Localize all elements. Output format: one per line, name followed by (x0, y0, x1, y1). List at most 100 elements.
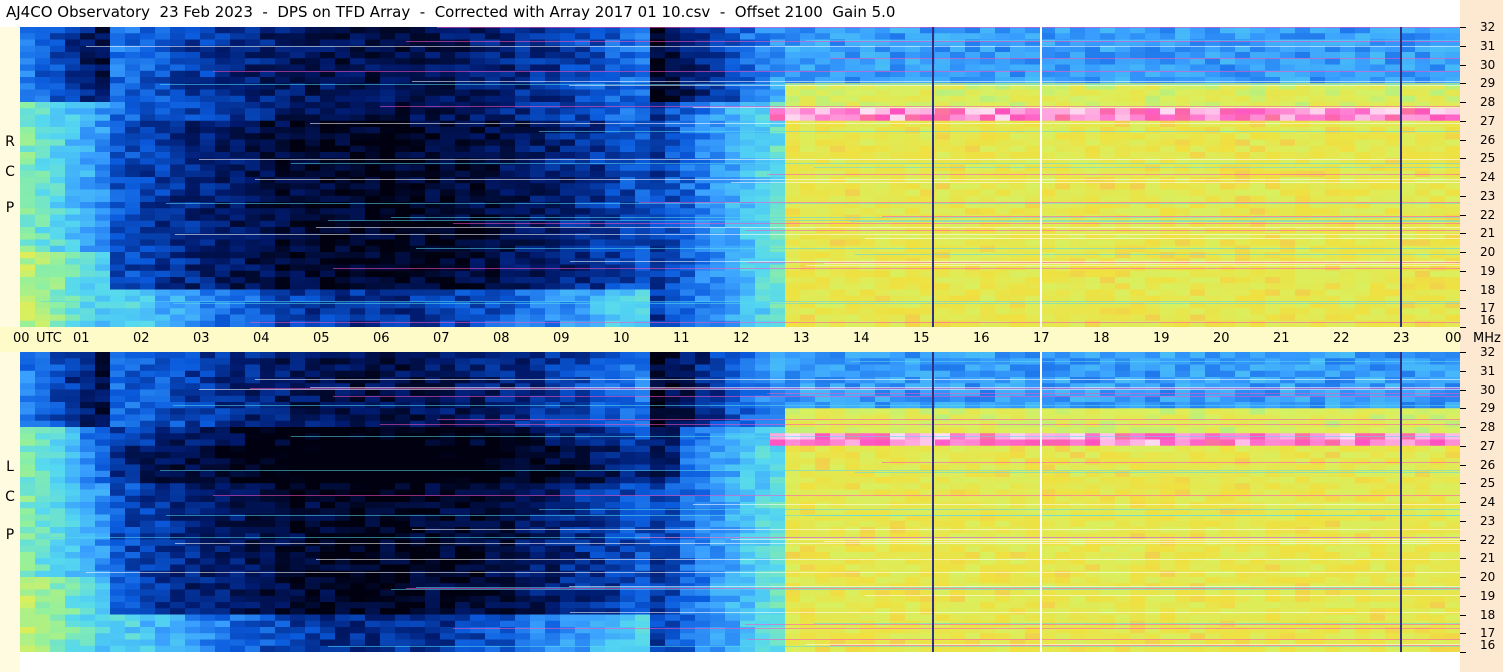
heatmap-cell (200, 133, 216, 141)
heatmap-cell (620, 64, 636, 72)
heatmap-cell (1235, 95, 1251, 103)
heatmap-cell (50, 58, 66, 66)
heatmap-cell (815, 77, 831, 84)
heatmap-cell (890, 277, 906, 284)
heatmap-cell (110, 133, 126, 141)
heatmap-cell (170, 158, 186, 166)
heatmap-cell (1340, 270, 1356, 278)
heatmap-cell (1370, 133, 1386, 141)
heatmap-cell (995, 77, 1011, 84)
heatmap-cell (860, 183, 876, 191)
heatmap-cell (770, 77, 786, 84)
heatmap-cell (1235, 77, 1251, 84)
heatmap-cell (725, 77, 741, 84)
heatmap-cell (50, 258, 66, 266)
heatmap-cell (215, 245, 231, 253)
heatmap-cell (1040, 308, 1056, 316)
heatmap-cell (275, 77, 291, 84)
heatmap-cell (545, 270, 561, 278)
heatmap-cell (530, 139, 546, 147)
heatmap-cell (530, 270, 546, 278)
heatmap-cell (875, 114, 891, 122)
heatmap-cell (1220, 89, 1236, 97)
heatmap-cell (1310, 33, 1326, 41)
heatmap-cell (320, 127, 336, 134)
heatmap-cell (1415, 145, 1431, 153)
heatmap-cell (470, 133, 486, 141)
heatmap-cell (965, 120, 981, 128)
heatmap-cell (590, 220, 606, 228)
heatmap-cell (245, 220, 261, 228)
heatmap-cell (245, 89, 261, 97)
heatmap-cell (650, 164, 666, 172)
heatmap-cell (695, 133, 711, 141)
heatmap-cell (680, 308, 696, 316)
heatmap-cell (380, 189, 396, 197)
heatmap-cell (965, 77, 981, 84)
heatmap-cell (455, 64, 471, 72)
heatmap-cell (320, 245, 336, 253)
heatmap-cell (995, 108, 1011, 116)
heatmap-cell (710, 145, 726, 153)
heatmap-cell (1310, 52, 1326, 59)
heatmap-cell (605, 89, 621, 97)
heatmap-cell (425, 289, 441, 297)
heatmap-cell (1205, 245, 1221, 253)
heatmap-cell (95, 364, 111, 372)
heatmap-cell (1130, 95, 1146, 103)
heatmap-cell (1295, 314, 1311, 322)
heatmap-cell (515, 145, 531, 153)
utc-tick-label: 01 (73, 331, 90, 346)
heatmap-cell (500, 102, 516, 109)
heatmap-cell (1055, 120, 1071, 128)
heatmap-cell (50, 264, 66, 272)
heatmap-cell (230, 352, 246, 359)
heatmap-cell (380, 258, 396, 266)
heatmap-cell (1250, 114, 1266, 122)
heatmap-cell (1430, 252, 1446, 259)
heatmap-cell (770, 39, 786, 47)
heatmap-cell (170, 77, 186, 84)
heatmap-cell (1190, 120, 1206, 128)
heatmap-cell (20, 264, 36, 272)
rcp-heatmap (20, 27, 1460, 327)
heatmap-cell (635, 58, 651, 66)
heatmap-cell (125, 220, 141, 228)
heatmap-cell (935, 152, 951, 159)
heatmap-cell (1145, 352, 1161, 359)
heatmap-cell (1250, 183, 1266, 191)
heatmap-cell (530, 102, 546, 109)
heatmap-cell (140, 277, 156, 284)
heatmap-cell (800, 220, 816, 228)
heatmap-cell (1130, 127, 1146, 134)
heatmap-cell (980, 183, 996, 191)
heatmap-cell (695, 314, 711, 322)
heatmap-cell (1205, 33, 1221, 41)
heatmap-cell (755, 314, 771, 322)
heatmap-cell (500, 352, 516, 359)
heatmap-cell (455, 258, 471, 266)
heatmap-cell (545, 164, 561, 172)
heatmap-cell (890, 252, 906, 259)
heatmap-cell (140, 108, 156, 116)
heatmap-cell (620, 114, 636, 122)
heatmap-cell (1250, 95, 1266, 103)
heatmap-cell (605, 252, 621, 259)
heatmap-cell (65, 214, 81, 222)
heatmap-cell (890, 189, 906, 197)
heatmap-cell (1070, 283, 1086, 291)
heatmap-cell (620, 58, 636, 66)
heatmap-cell (155, 158, 171, 166)
heatmap-cell (530, 308, 546, 316)
heatmap-cell (620, 308, 636, 316)
heatmap-cell (710, 364, 726, 372)
heatmap-cell (1340, 120, 1356, 128)
heatmap-cell (140, 370, 156, 378)
heatmap-cell (275, 108, 291, 116)
heatmap-cell (65, 27, 81, 34)
heatmap-cell (620, 170, 636, 178)
heatmap-cell (1040, 139, 1056, 147)
heatmap-cell (980, 289, 996, 297)
heatmap-cell (260, 358, 276, 366)
heatmap-cell (200, 220, 216, 228)
